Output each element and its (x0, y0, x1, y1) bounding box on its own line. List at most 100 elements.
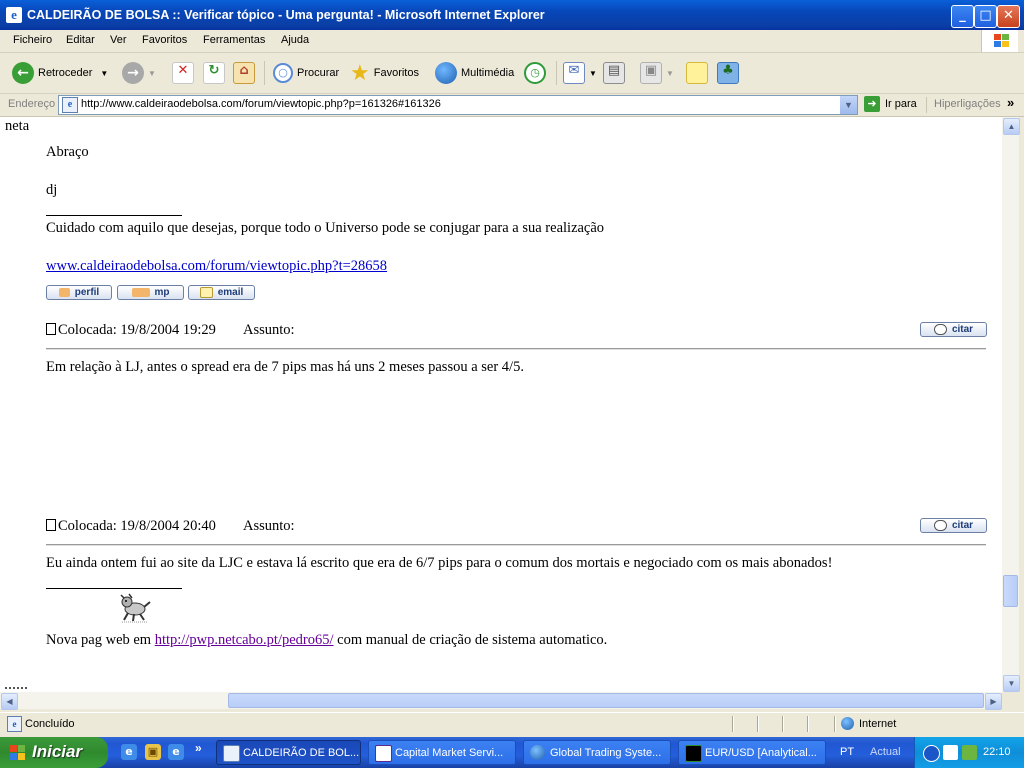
speech-bubble-icon (933, 324, 947, 335)
signature-divider (46, 588, 182, 589)
back-label: Retroceder (38, 67, 93, 79)
email-label: email (217, 287, 244, 298)
forward-dropdown-icon[interactable]: ▼ (148, 69, 156, 78)
address-dropdown-icon[interactable]: ▼ (840, 96, 857, 114)
tray-trading-icon[interactable] (943, 745, 958, 760)
home-button[interactable]: ⌂ (233, 60, 259, 86)
ie-logo-icon: e (6, 7, 22, 23)
signature-web-link[interactable]: http://pwp.netcabo.pt/pedro65/ (155, 632, 334, 648)
mail-icon: ✉ (563, 62, 585, 84)
task-label: Capital Market Servi... (395, 747, 504, 759)
tray-expand-icon[interactable] (923, 745, 940, 762)
address-input[interactable]: e http://www.caldeiraodebolsa.com/forum/… (58, 95, 858, 115)
internet-globe-icon (841, 717, 854, 730)
close-button[interactable]: ✕ (997, 5, 1020, 28)
links-chevron-icon[interactable]: » (1007, 95, 1014, 110)
media-label: Multimédia (461, 67, 515, 79)
profile-button[interactable]: perfil (46, 285, 112, 300)
history-icon: ◷ (524, 62, 546, 84)
note-icon (686, 62, 708, 84)
email-button[interactable]: email (188, 285, 255, 300)
go-label: Ir para (885, 98, 917, 110)
signature-link[interactable]: www.caldeiraodebolsa.com/forum/viewtopic… (46, 258, 387, 275)
post-subject-label: Assunto: (243, 322, 295, 338)
toolbar: ← Retroceder ▼ → ▼ ✕ ↻ ⌂ ○ Procurar ★ Fa… (0, 53, 1024, 94)
menu-help[interactable]: Ajuda (281, 34, 309, 46)
quote-button[interactable]: citar (920, 518, 987, 533)
edit-button[interactable]: ▣ ▼ (640, 60, 674, 86)
menu-edit[interactable]: Editar (66, 34, 95, 46)
signature-text: Cuidado com aquilo que desejas, porque t… (46, 220, 605, 236)
page-icon: e (62, 97, 78, 113)
scroll-right-icon[interactable]: ▶ (985, 693, 1002, 710)
go-button[interactable]: ➜ Ir para (864, 96, 917, 112)
messenger-button[interactable]: ♣ (717, 60, 743, 86)
mail-dropdown-icon[interactable]: ▼ (589, 69, 597, 78)
forward-button[interactable]: → ▼ (122, 60, 156, 86)
signature-web-line: Nova pag web em http://pwp.netcabo.pt/pe… (46, 632, 607, 649)
task-capital-market[interactable]: Capital Market Servi... (368, 740, 516, 765)
menu-view[interactable]: Ver (110, 34, 127, 46)
trading-app-icon (375, 745, 392, 762)
menu-tools[interactable]: Ferramentas (203, 34, 265, 46)
task-caldeirao[interactable]: CALDEIRÃO DE BOL... (216, 740, 361, 765)
post-doc-icon[interactable] (46, 519, 56, 531)
post-greeting: Abraço (46, 144, 89, 160)
quicklaunch-browser-icon[interactable]: e (168, 744, 184, 760)
post-header: Colocada: 19/8/2004 19:29 (46, 322, 216, 339)
task-global-trading[interactable]: Global Trading Syste... (523, 740, 671, 765)
post-date: Colocada: 19/8/2004 20:40 (58, 518, 216, 534)
edit-dropdown-icon[interactable]: ▼ (666, 69, 674, 78)
vertical-scroll-thumb[interactable] (1003, 575, 1018, 607)
scroll-down-icon[interactable]: ▼ (1003, 675, 1020, 692)
window-title: CALDEIRÃO DE BOLSA :: Verificar tópico -… (27, 8, 545, 22)
stop-button[interactable]: ✕ (172, 60, 198, 86)
discuss-button[interactable] (686, 60, 712, 86)
favorites-label: Favoritos (373, 67, 419, 79)
tray-network-icon[interactable] (962, 745, 977, 760)
maximize-button[interactable]: □ (974, 5, 997, 28)
left-text-fragment: neta (5, 118, 30, 134)
scroll-up-icon[interactable]: ▲ (1003, 118, 1020, 135)
post-doc-icon[interactable] (46, 323, 56, 335)
back-dropdown-icon[interactable]: ▼ (100, 69, 108, 78)
task-eurusd[interactable]: EUR/USD [Analytical... (678, 740, 826, 765)
menu-favorites[interactable]: Favoritos (142, 34, 187, 46)
quicklaunch-ie-icon[interactable]: e (121, 744, 137, 760)
quicklaunch-desktop-icon[interactable]: ▣ (145, 744, 161, 760)
history-button[interactable]: ◷ (524, 60, 550, 86)
horizontal-scrollbar[interactable]: ◀ ▶ (0, 692, 1002, 710)
chart-app-icon (685, 745, 702, 762)
mail-button[interactable]: ✉ ▼ (563, 60, 597, 86)
status-divider (732, 716, 734, 732)
back-button[interactable]: ← Retroceder ▼ (12, 60, 108, 86)
toolbar-separator (264, 61, 265, 85)
media-globe-icon (435, 62, 457, 84)
status-divider (834, 716, 836, 732)
language-indicator[interactable]: PT (840, 746, 854, 758)
windows-flag-icon (10, 745, 26, 761)
title-bar[interactable]: e CALDEIRÃO DE BOLSA :: Verificar tópico… (0, 0, 1024, 30)
quote-button[interactable]: citar (920, 322, 987, 337)
edit-page-icon: ▣ (640, 62, 662, 84)
start-button[interactable]: Iniciar (0, 737, 108, 768)
search-button[interactable]: ○ Procurar (273, 60, 339, 86)
quicklaunch-chevron-icon[interactable]: » (195, 741, 202, 755)
media-button[interactable]: Multimédia (435, 60, 514, 86)
security-zone-text: Internet (859, 718, 897, 730)
print-button[interactable]: ▤ (603, 60, 629, 86)
favorites-button[interactable]: ★ Favoritos (350, 60, 419, 86)
menu-file[interactable]: Ficheiro (13, 34, 52, 46)
post-divider (46, 348, 986, 350)
task-label: Global Trading Syste... (550, 747, 662, 759)
address-url[interactable]: http://www.caldeiraodebolsa.com/forum/vi… (81, 98, 441, 110)
toolbar-separator (556, 61, 557, 85)
horizontal-scroll-thumb[interactable] (228, 693, 984, 708)
scroll-left-icon[interactable]: ◀ (1, 693, 18, 710)
vertical-scrollbar[interactable]: ▲ ▼ (1002, 117, 1020, 692)
refresh-button[interactable]: ↻ (203, 60, 229, 86)
links-label[interactable]: Hiperligações (934, 98, 1001, 110)
pm-button[interactable]: mp (117, 285, 184, 300)
address-label: Endereço (8, 98, 56, 110)
minimize-button[interactable]: _ (951, 5, 974, 28)
